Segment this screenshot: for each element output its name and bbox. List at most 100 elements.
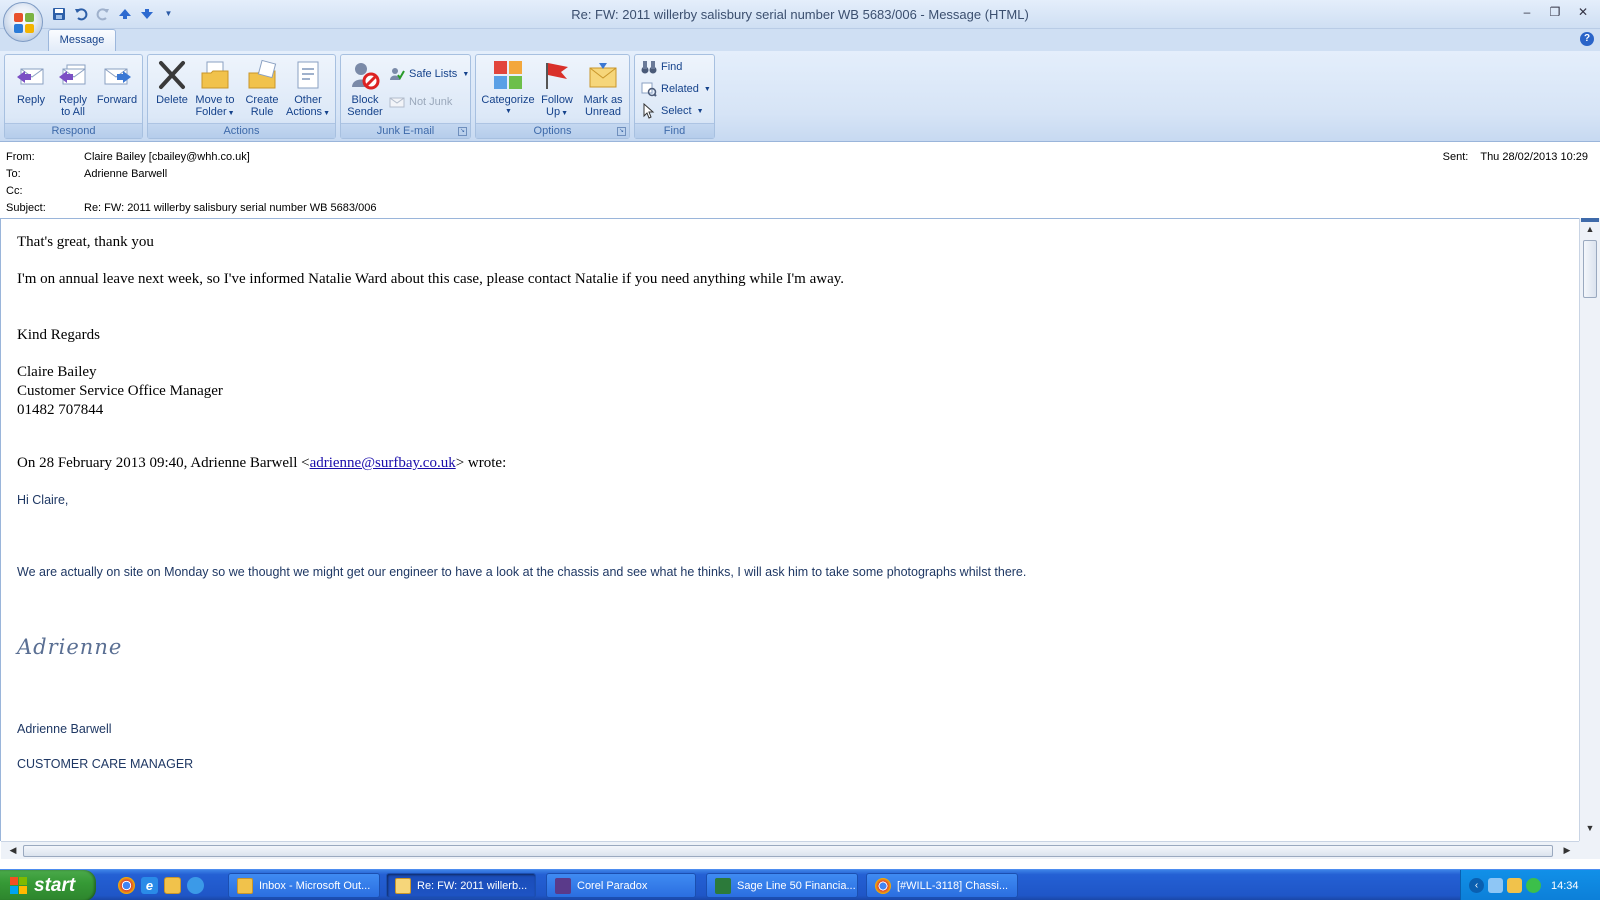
task-button-message[interactable]: Re: FW: 2011 willerb... <box>386 873 536 898</box>
reply-all-icon <box>57 59 89 91</box>
mark-as-unread-button[interactable]: Mark as Unread <box>580 57 626 123</box>
not-junk-button[interactable]: Not Junk <box>389 93 452 111</box>
scroll-right-icon[interactable]: ▶ <box>1561 845 1573 857</box>
sent-label: Sent: <box>1442 151 1469 163</box>
reply-icon <box>15 59 47 91</box>
scroll-up-icon[interactable]: ▲ <box>1583 224 1597 238</box>
create-rule-button[interactable]: Create Rule <box>240 57 284 123</box>
start-button[interactable]: start <box>0 870 96 900</box>
chrome-icon[interactable] <box>118 877 135 894</box>
from-label: From: <box>6 151 35 163</box>
office-logo-icon <box>14 13 34 33</box>
reply-button[interactable]: Reply <box>9 57 53 123</box>
horizontal-scrollbar[interactable]: ◀ ▶ <box>1 841 1579 859</box>
safe-lists-icon <box>389 66 405 82</box>
email-link[interactable]: adrienne@surfbay.co.uk <box>310 455 456 471</box>
ribbon: Reply Reply to All Forward Respond Delet… <box>0 51 1600 142</box>
categorize-button[interactable]: Categorize ▼ <box>478 57 538 123</box>
tray-expand-icon[interactable]: ‹ <box>1469 878 1484 893</box>
task-button-paradox[interactable]: Corel Paradox <box>546 873 696 898</box>
junk-email-group: Block Sender Safe Lists ▼ Not Junk Junk E… <box>340 54 471 139</box>
signature-name: Claire Bailey <box>17 364 97 380</box>
chrome-icon <box>875 877 891 894</box>
horizontal-scroll-thumb[interactable] <box>23 845 1553 857</box>
internet-explorer-icon[interactable]: e <box>141 877 158 894</box>
move-to-folder-button[interactable]: Move to Folder▼ <box>192 57 238 123</box>
to-value[interactable]: Adrienne Barwell <box>84 168 167 180</box>
follow-up-button[interactable]: Follow Up▼ <box>536 57 578 123</box>
messenger-tray-icon[interactable] <box>1526 878 1541 893</box>
binoculars-icon <box>641 59 657 75</box>
scrollbar-corner <box>1579 841 1600 859</box>
quick-launch: e <box>118 877 204 894</box>
scroll-down-icon[interactable]: ▼ <box>1583 823 1597 837</box>
quoted-title: CUSTOMER CARE MANAGER <box>17 757 194 771</box>
quoted-text: We are actually on site on Monday so we … <box>17 565 1027 579</box>
actions-group-label: Actions <box>148 123 335 138</box>
categorize-icon <box>492 59 524 91</box>
from-row: From: Claire Bailey [cbailey@whh.co.uk] <box>6 151 250 163</box>
safe-lists-button[interactable]: Safe Lists ▼ <box>389 65 469 83</box>
block-sender-button[interactable]: Block Sender <box>343 57 387 123</box>
outlook-icon[interactable] <box>164 877 181 894</box>
respond-group: Reply Reply to All Forward Respond <box>4 54 143 139</box>
delete-icon <box>156 59 188 91</box>
other-actions-button[interactable]: Other Actions▼ <box>284 57 332 123</box>
outlook-icon <box>237 877 253 894</box>
cc-row: Cc: <box>6 185 84 197</box>
forward-button[interactable]: Forward <box>93 57 141 123</box>
clock[interactable]: 14:34 <box>1551 880 1579 892</box>
outlook-tray-icon[interactable] <box>1507 878 1522 893</box>
vertical-scrollbar[interactable]: ▲ ▼ <box>1579 218 1600 841</box>
taskbar: start e Inbox - Microsoft Out... Re: FW:… <box>0 869 1600 900</box>
find-button[interactable]: Find <box>641 58 682 76</box>
messenger-icon[interactable] <box>187 877 204 894</box>
subject-value: Re: FW: 2011 willerby salisbury serial n… <box>84 202 377 214</box>
mark-as-unread-icon <box>587 59 619 91</box>
help-icon[interactable]: ? <box>1580 32 1594 46</box>
forward-icon <box>101 59 133 91</box>
window-controls: – ❐ ✕ <box>1518 4 1592 20</box>
quoted-name: Adrienne Barwell <box>17 722 112 736</box>
tab-message[interactable]: Message <box>48 29 116 52</box>
windows-logo-icon <box>10 876 28 895</box>
related-icon <box>641 81 657 97</box>
scrollbar-split-handle[interactable] <box>1581 218 1599 222</box>
related-button[interactable]: Related ▼ <box>641 80 711 98</box>
task-button-inbox[interactable]: Inbox - Microsoft Out... <box>228 873 380 898</box>
to-row: To: Adrienne Barwell <box>6 168 167 180</box>
create-rule-icon <box>246 59 278 91</box>
paradox-icon <box>555 877 571 894</box>
move-to-folder-icon <box>199 59 231 91</box>
dialog-launcher-icon[interactable]: ↘ <box>458 127 467 136</box>
message-body[interactable]: That's great, thank you I'm on annual le… <box>0 218 1579 841</box>
delete-button[interactable]: Delete <box>150 57 194 123</box>
task-button-chrome[interactable]: [#WILL-3118] Chassi... <box>866 873 1018 898</box>
to-label: To: <box>6 168 21 180</box>
body-line: I'm on annual leave next week, so I've i… <box>17 271 845 287</box>
subject-row: Subject: Re: FW: 2011 willerby salisbury … <box>6 202 376 214</box>
close-icon[interactable]: ✕ <box>1574 4 1592 20</box>
scroll-left-icon[interactable]: ◀ <box>7 845 19 857</box>
dialog-launcher-icon[interactable]: ↘ <box>617 127 626 136</box>
signature-title: Customer Service Office Manager <box>17 383 223 399</box>
follow-up-flag-icon <box>541 59 573 91</box>
reply-all-button[interactable]: Reply to All <box>51 57 95 123</box>
vertical-scroll-thumb[interactable] <box>1583 240 1597 298</box>
office-button[interactable] <box>3 2 43 42</box>
window-title: Re: FW: 2011 willerby salisbury serial n… <box>571 7 1029 22</box>
minimize-icon[interactable]: – <box>1518 4 1536 20</box>
actions-group: Delete Move to Folder▼ Create Rule Other… <box>147 54 336 139</box>
title-bar: ▼ Re: FW: 2011 willerby salisbury serial… <box>0 0 1600 29</box>
block-sender-icon <box>349 59 381 91</box>
restore-icon[interactable]: ❐ <box>1546 4 1564 20</box>
task-button-sage[interactable]: Sage Line 50 Financia... <box>706 873 858 898</box>
find-group: Find Related ▼ Select ▼ Find <box>634 54 715 139</box>
respond-group-label: Respond <box>5 123 142 138</box>
sage-icon <box>715 877 731 894</box>
network-icon[interactable] <box>1488 878 1503 893</box>
junk-email-group-label: Junk E-mail ↘ <box>341 123 470 138</box>
from-value[interactable]: Claire Bailey [cbailey@whh.co.uk] <box>84 151 250 163</box>
ribbon-tab-row: Message ? <box>0 29 1600 52</box>
select-button[interactable]: Select ▼ <box>641 102 704 120</box>
